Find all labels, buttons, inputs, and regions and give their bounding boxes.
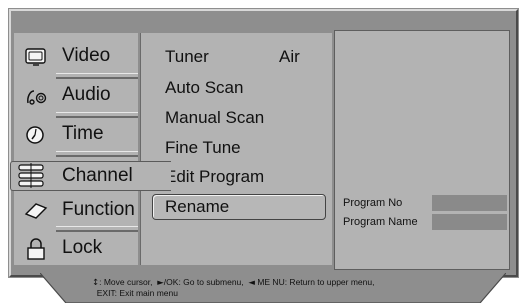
tuner-value: Air	[279, 47, 300, 66]
submenu-item-tuner[interactable]: Tuner	[165, 47, 209, 67]
menu-item-lock[interactable]: Lock	[14, 231, 138, 268]
program-no-field	[432, 195, 507, 211]
help-bar: ↕: Move cursor, ►/OK: Go to submenu, ◄ M…	[42, 276, 502, 303]
submenu-item-fine-tune[interactable]: Fine Tune	[165, 138, 241, 158]
channel-submenu: Tuner Air Auto Scan Manual Scan Fine Tun…	[140, 33, 332, 265]
help-menu: ME NU: Return to upper menu,	[257, 277, 375, 287]
menu-label-function: Function	[62, 199, 135, 220]
menu-label-time: Time	[62, 123, 104, 144]
help-text: ↕: Move cursor, ►/OK: Go to submenu, ◄ M…	[92, 277, 374, 298]
left-arrow-icon: ◄	[248, 278, 255, 288]
menu-label-channel: Channel	[62, 165, 133, 186]
clock-icon	[26, 126, 44, 144]
program-no-label: Program No	[343, 197, 403, 209]
menu-item-time[interactable]: Time	[14, 117, 138, 154]
function-icon	[24, 203, 48, 219]
submenu-label-rename: Rename	[165, 197, 230, 216]
audio-icon	[27, 90, 47, 105]
channel-icon	[18, 163, 44, 188]
menu-item-function[interactable]: Function	[14, 193, 138, 230]
help-move: : Move cursor,	[99, 277, 153, 287]
submenu-item-rename[interactable]: Rename	[152, 194, 326, 220]
program-name-field	[432, 214, 507, 230]
lock-icon	[27, 238, 45, 260]
submenu-item-edit-program[interactable]: Edit Program	[165, 167, 264, 187]
submenu-item-auto-scan[interactable]: Auto Scan	[165, 78, 243, 98]
tv-icon	[25, 48, 46, 66]
help-ok: /OK: Go to submenu,	[163, 277, 244, 287]
menu-item-audio[interactable]: Audio	[14, 78, 138, 115]
submenu-item-manual-scan[interactable]: Manual Scan	[165, 108, 264, 128]
program-name-label: Program Name	[343, 216, 418, 228]
main-menu: Video Audio Time Function Lock	[14, 33, 138, 265]
menu-separator	[56, 151, 138, 157]
menu-item-video[interactable]: Video	[14, 39, 138, 76]
menu-label-lock: Lock	[62, 237, 103, 258]
menu-item-channel[interactable]: Channel	[10, 161, 171, 191]
program-info-panel: Program No Program Name	[334, 30, 510, 270]
menu-label-audio: Audio	[62, 84, 111, 105]
menu-label-video: Video	[62, 45, 111, 66]
help-exit: EXIT: Exit main menu	[96, 288, 178, 298]
